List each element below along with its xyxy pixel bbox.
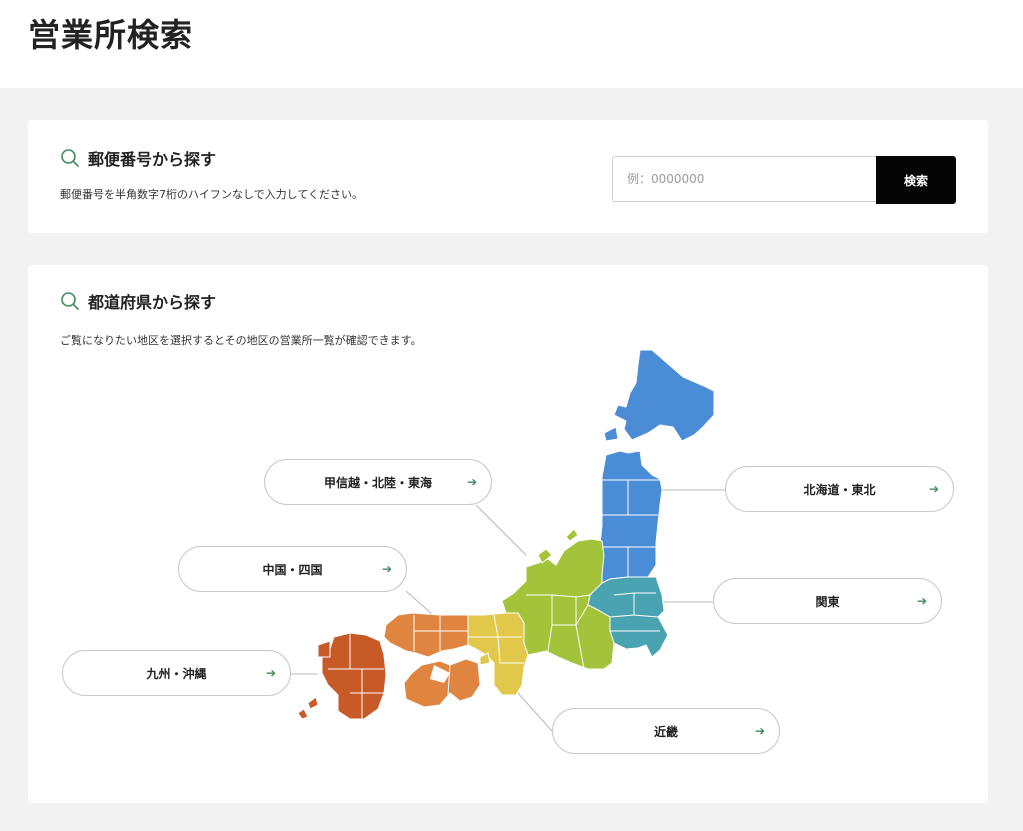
- leader-line-koshinetsu: [475, 504, 527, 556]
- arrow-right-icon: ➔: [381, 562, 392, 576]
- zip-code-input[interactable]: [612, 156, 876, 202]
- region-button-label: 九州・沖縄: [146, 666, 207, 681]
- region-button-kanto[interactable]: 関東 ➔: [713, 578, 942, 624]
- arrow-right-icon: ➔: [754, 724, 765, 738]
- zip-search-button[interactable]: 検索: [876, 156, 956, 204]
- region-button-label: 関東: [815, 594, 840, 609]
- arrow-right-icon: ➔: [265, 666, 276, 680]
- region-button-label: 中国・四国: [262, 562, 323, 577]
- zip-search-card: 郵便番号から探す 郵便番号を半角数字7桁のハイフンなしで入力してください。 検索: [28, 120, 988, 233]
- map-region-hokkaido-tohoku[interactable]: [599, 349, 715, 584]
- leader-line-chugoku: [405, 590, 434, 616]
- region-button-label: 甲信越・北陸・東海: [323, 475, 432, 490]
- region-button-label: 近畿: [653, 724, 678, 739]
- region-button-chugoku-shikoku[interactable]: 中国・四国 ➔: [178, 546, 407, 592]
- zip-search-title: 郵便番号から探す: [88, 150, 217, 169]
- page-header: 営業所検索: [0, 0, 1023, 88]
- map-region-kyushu-okinawa[interactable]: [297, 632, 387, 720]
- arrow-right-icon: ➔: [916, 594, 927, 608]
- pref-search-card: 都道府県から探す ご覧になりたい地区を選択するとその地区の営業所一覧が確認できま…: [28, 265, 988, 803]
- zip-search-description: 郵便番号を半角数字7桁のハイフンなしで入力してください。: [60, 188, 364, 201]
- region-button-kinki[interactable]: 近畿 ➔: [552, 708, 780, 754]
- arrow-right-icon: ➔: [928, 482, 939, 496]
- region-button-kyushu-okinawa[interactable]: 九州・沖縄 ➔: [62, 650, 291, 696]
- leader-line-kinki: [517, 692, 553, 732]
- page-title: 営業所検索: [28, 16, 194, 54]
- arrow-right-icon: ➔: [466, 475, 477, 489]
- map-region-chugoku-shikoku[interactable]: [383, 612, 481, 708]
- zip-search-heading: 郵便番号から探す: [60, 146, 216, 170]
- search-icon: [61, 149, 79, 167]
- region-button-label: 北海道・東北: [803, 482, 876, 497]
- region-button-hokkaido-tohoku[interactable]: 北海道・東北 ➔: [725, 466, 954, 512]
- japan-map: [290, 349, 725, 732]
- region-button-koshinetsu-hokuriku-tokai[interactable]: 甲信越・北陸・東海 ➔: [264, 459, 492, 505]
